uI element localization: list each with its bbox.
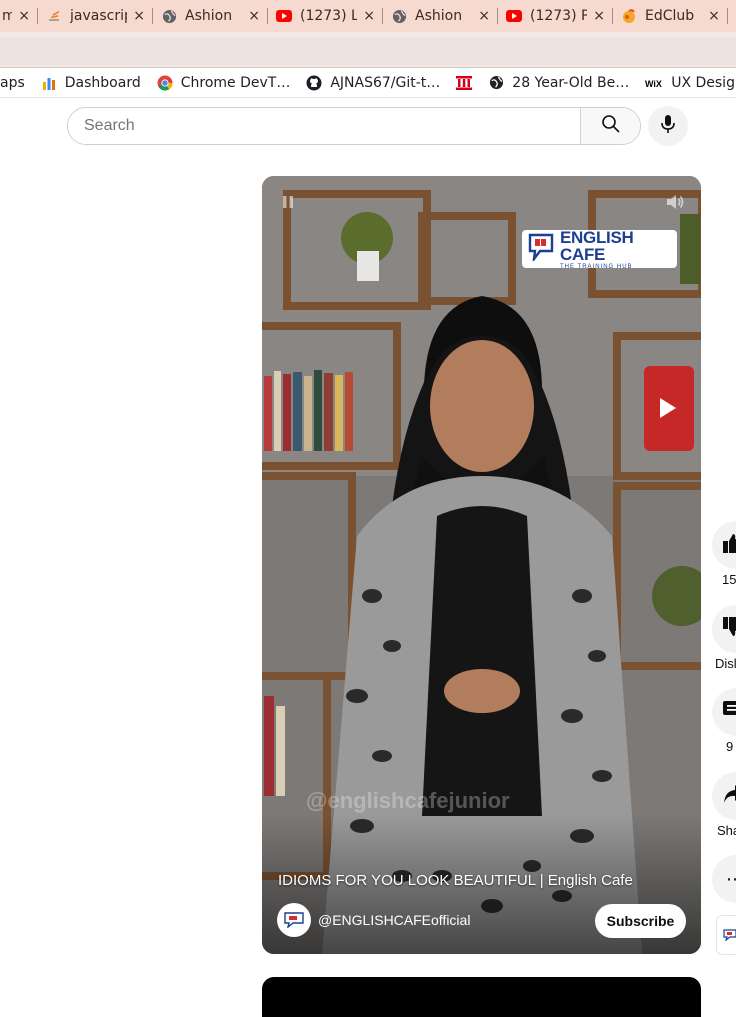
sound-thumbnail[interactable] xyxy=(716,915,736,955)
browser-tab-3[interactable]: (1273) Le × xyxy=(268,0,383,32)
bookmark-apps[interactable]: aps xyxy=(0,75,25,91)
bookmark-chrome-devtools[interactable]: Chrome DevT… xyxy=(157,74,291,91)
english-cafe-logo: ENGLISH CAFE THE TRAINING HUB xyxy=(522,227,677,270)
browser-tab-5[interactable]: (1273) Pu × xyxy=(498,0,613,32)
browser-tab-0[interactable]: m × xyxy=(0,0,38,32)
youtube-icon xyxy=(506,8,522,24)
subscribe-button[interactable]: Subscribe xyxy=(595,904,686,938)
github-icon xyxy=(306,75,322,91)
bookmark-github[interactable]: AJNAS67/Git-t… xyxy=(306,75,440,91)
logo-title: ENGLISH CAFE xyxy=(560,227,634,264)
tab-label: EdClub xyxy=(645,8,695,24)
bookmark-label: 28 Year-Old Be… xyxy=(512,74,630,91)
next-short-preview[interactable] xyxy=(262,977,701,1017)
thumbs-up-icon xyxy=(722,532,736,559)
youtube-icon xyxy=(276,8,292,24)
comment-icon xyxy=(722,699,736,726)
bookmark-label: aps xyxy=(0,74,25,91)
close-icon[interactable]: × xyxy=(593,8,605,24)
bookmark-dashboard[interactable]: Dashboard xyxy=(41,75,141,91)
bookmark-red[interactable] xyxy=(456,75,480,91)
short-video-player[interactable]: ENGLISH CAFE THE TRAINING HUB @englishca… xyxy=(262,176,701,954)
pause-icon[interactable] xyxy=(280,194,296,210)
bookmark-label: Dashboard xyxy=(64,74,141,91)
bookmark-28-year-old[interactable]: 28 Year-Old Be… xyxy=(488,75,629,91)
dislike-button[interactable] xyxy=(712,605,736,653)
channel-name[interactable]: @ENGLISHCAFEofficial xyxy=(318,912,470,928)
logo-subtitle: THE TRAINING HUB xyxy=(560,263,633,270)
close-icon[interactable]: × xyxy=(133,8,145,24)
bookmark-ux-designer[interactable]: WiX UX Designer… xyxy=(645,75,736,91)
more-icon: ⋯ xyxy=(726,868,736,890)
tab-label: (1273) Pu xyxy=(530,8,588,24)
thumbs-down-icon xyxy=(722,616,736,643)
globe-icon xyxy=(161,8,177,24)
red-bookmark-icon xyxy=(456,75,473,91)
address-bar[interactable] xyxy=(0,32,736,68)
logo-icon xyxy=(528,233,554,266)
tab-label: Ashion | xyxy=(185,8,234,24)
bookmark-label: AJNAS67/Git-t… xyxy=(330,74,441,91)
dislike-label: Disl xyxy=(715,656,736,671)
browser-tab-4[interactable]: Ashion | × xyxy=(383,0,498,32)
more-actions-button[interactable]: ⋯ xyxy=(712,855,736,903)
browser-tab-6[interactable]: EdClub × xyxy=(613,0,728,32)
like-button[interactable] xyxy=(712,521,736,569)
close-icon[interactable]: × xyxy=(708,8,720,24)
comment-count: 9 xyxy=(726,739,734,754)
search-input[interactable] xyxy=(68,108,580,144)
channel-info: @ENGLISHCAFEofficial xyxy=(277,903,470,937)
close-icon[interactable]: × xyxy=(18,8,30,24)
tab-label: Ashion | xyxy=(415,8,464,24)
bookmarks-bar: aps Dashboard Chrome DevT… AJNAS67/Git-t… xyxy=(0,68,736,98)
tab-label: javascrip xyxy=(70,8,128,24)
browser-tab-strip: m × javascrip × Ashion | × (1273) Le × A… xyxy=(0,0,736,32)
share-label: Sha xyxy=(717,823,736,838)
url-field[interactable] xyxy=(0,37,736,65)
search-icon xyxy=(601,114,621,139)
tab-label: (1273) Le xyxy=(300,8,358,24)
stackoverflow-icon xyxy=(46,8,62,24)
bookmark-label: UX Designer… xyxy=(671,74,736,91)
like-count: 15 xyxy=(722,572,736,587)
wix-icon-text: WiX xyxy=(645,79,662,88)
share-button[interactable] xyxy=(712,772,736,820)
edclub-icon xyxy=(621,8,637,24)
bookmark-label: Chrome DevT… xyxy=(180,74,291,91)
voice-search-button[interactable] xyxy=(648,106,688,146)
share-icon xyxy=(722,783,736,810)
tab-label: m xyxy=(2,8,13,24)
volume-icon[interactable] xyxy=(665,192,685,212)
browser-tab-edge xyxy=(728,0,736,32)
comments-button[interactable] xyxy=(712,688,736,736)
dark-globe-icon xyxy=(488,75,504,91)
browser-tab-1[interactable]: javascrip × xyxy=(38,0,153,32)
search-button[interactable] xyxy=(580,108,640,144)
search-box xyxy=(67,107,641,145)
wix-icon: WiX xyxy=(645,75,663,91)
channel-watermark: @englishcafejunior xyxy=(306,788,510,813)
close-icon[interactable]: × xyxy=(363,8,375,24)
browser-tab-2[interactable]: Ashion | × xyxy=(153,0,268,32)
microphone-icon xyxy=(660,114,676,139)
close-icon[interactable]: × xyxy=(478,8,490,24)
globe-icon xyxy=(391,8,407,24)
close-icon[interactable]: × xyxy=(248,8,260,24)
short-title[interactable]: IDIOMS FOR YOU LOOK BEAUTIFUL | English … xyxy=(278,872,633,889)
channel-avatar[interactable] xyxy=(277,903,311,937)
dashboard-icon xyxy=(41,75,57,91)
chrome-icon xyxy=(157,75,173,91)
